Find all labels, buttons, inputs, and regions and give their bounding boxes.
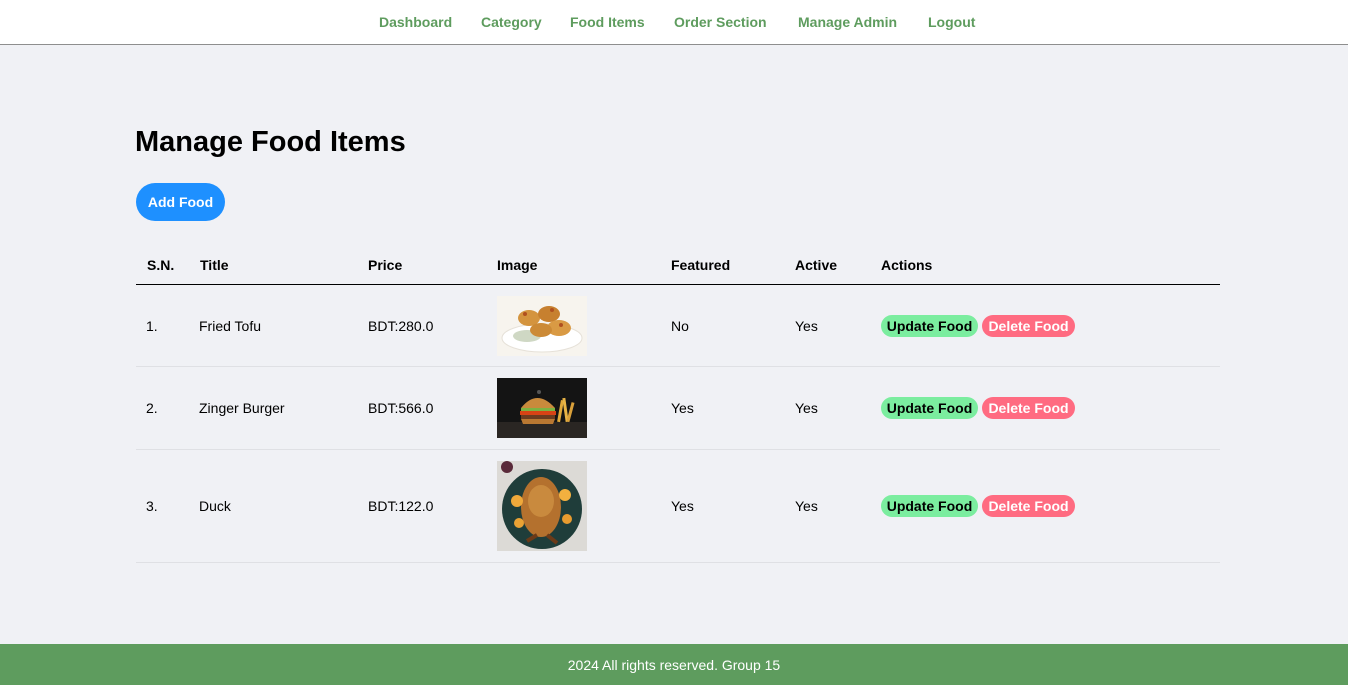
nav-logout-link[interactable]: Logout <box>928 14 975 30</box>
column-header-actions: Actions <box>881 257 933 273</box>
column-header-image: Image <box>497 257 538 273</box>
delete-food-button[interactable]: Delete Food <box>982 495 1075 517</box>
row-divider <box>136 562 1220 563</box>
row-featured: Yes <box>671 400 694 416</box>
column-header-sn: S.N. <box>147 257 175 273</box>
row-divider <box>136 366 1220 367</box>
column-header-price: Price <box>368 257 403 273</box>
row-featured: Yes <box>671 498 694 514</box>
row-active: Yes <box>795 318 818 334</box>
update-food-button[interactable]: Update Food <box>881 397 978 419</box>
row-sn: 1. <box>146 318 158 334</box>
delete-food-button[interactable]: Delete Food <box>982 315 1075 337</box>
row-divider <box>136 449 1220 450</box>
row-title: Duck <box>199 498 231 514</box>
update-food-button[interactable]: Update Food <box>881 315 978 337</box>
zinger-burger-image <box>497 378 587 438</box>
row-active: Yes <box>795 498 818 514</box>
row-sn: 2. <box>146 400 158 416</box>
nav-dashboard-link[interactable]: Dashboard <box>379 14 452 30</box>
footer-text: 2024 All rights reserved. Group 15 <box>567 656 781 673</box>
row-price: BDT:566.0 <box>368 400 434 416</box>
row-active: Yes <box>795 400 818 416</box>
row-title: Zinger Burger <box>199 400 285 416</box>
nav-order-section-link[interactable]: Order Section <box>674 14 767 30</box>
footer: 2024 All rights reserved. Group 15 <box>0 644 1348 685</box>
row-sn: 3. <box>146 498 158 514</box>
top-navbar: Dashboard Category Food Items Order Sect… <box>0 0 1348 45</box>
nav-manage-admin-link[interactable]: Manage Admin <box>798 14 897 30</box>
row-price: BDT:122.0 <box>368 498 434 514</box>
column-header-title: Title <box>200 257 229 273</box>
update-food-button[interactable]: Update Food <box>881 495 978 517</box>
delete-food-button[interactable]: Delete Food <box>982 397 1075 419</box>
column-header-active: Active <box>795 257 838 273</box>
row-title: Fried Tofu <box>199 318 261 334</box>
nav-food-items-link[interactable]: Food Items <box>570 14 645 30</box>
row-price: BDT:280.0 <box>368 318 434 334</box>
row-featured: No <box>671 318 689 334</box>
roast-duck-image <box>497 461 587 551</box>
fried-tofu-image <box>497 296 587 356</box>
column-header-featured: Featured <box>671 257 731 273</box>
nav-category-link[interactable]: Category <box>481 14 542 30</box>
table-header-divider <box>136 284 1220 285</box>
add-food-button[interactable]: Add Food <box>136 183 225 221</box>
page-title: Manage Food Items <box>135 126 406 158</box>
